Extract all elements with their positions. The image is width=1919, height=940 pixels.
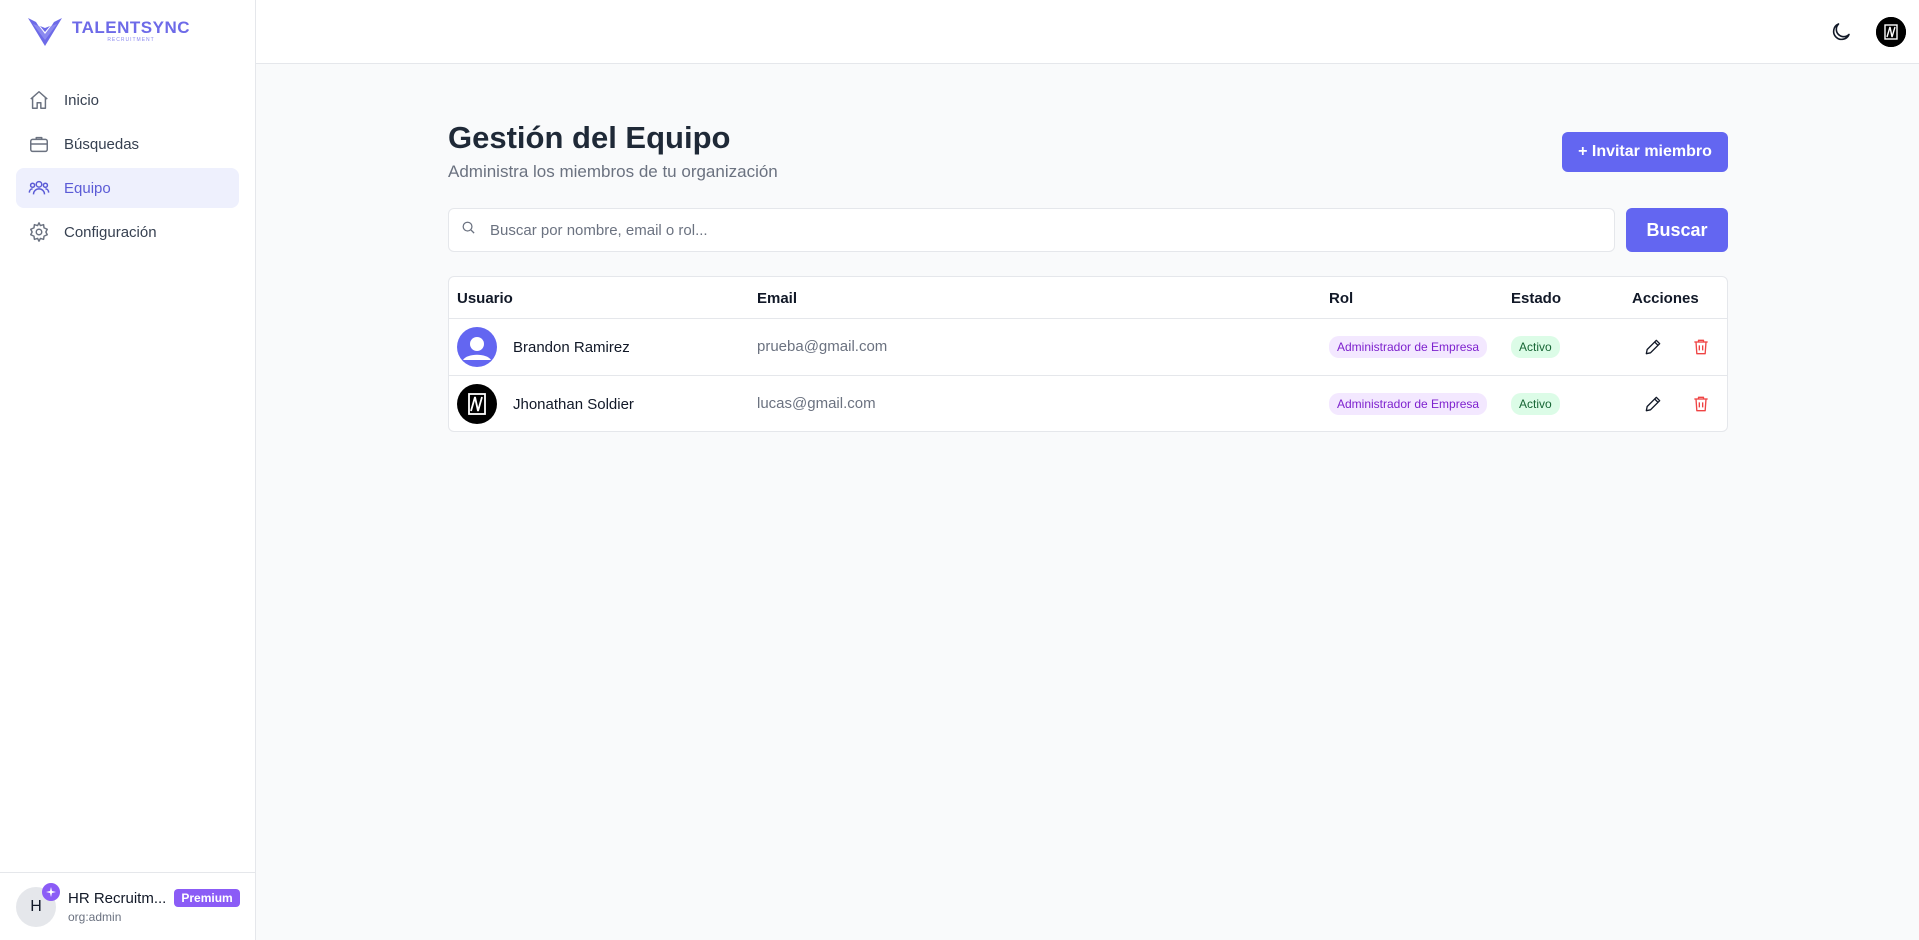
moon-icon[interactable] bbox=[1829, 20, 1853, 44]
sidebar-item-configuracion[interactable]: Configuración bbox=[16, 212, 239, 252]
status-badge: Activo bbox=[1511, 393, 1560, 415]
plan-badge: Premium bbox=[174, 889, 240, 907]
users-icon bbox=[28, 177, 50, 199]
sidebar-item-label: Inicio bbox=[64, 91, 100, 109]
sidebar-item-label: Búsquedas bbox=[64, 135, 140, 153]
page-subtitle: Administra los miembros de tu organizaci… bbox=[448, 162, 778, 181]
org-avatar: H bbox=[16, 882, 60, 927]
search-button[interactable]: Buscar bbox=[1626, 208, 1728, 252]
sparkle-icon bbox=[42, 882, 60, 901]
sidebar-item-inicio[interactable]: Inicio bbox=[16, 80, 239, 120]
search-icon bbox=[461, 220, 476, 240]
sidebar: TALENTSYNC RECRUITMENT Inicio Búsquedas … bbox=[0, 0, 256, 940]
org-name: HR Recruitm... bbox=[68, 889, 167, 907]
topbar bbox=[256, 0, 1919, 64]
home-icon bbox=[28, 89, 50, 111]
gear-icon bbox=[28, 221, 50, 243]
role-badge: Administrador de Empresa bbox=[1329, 393, 1488, 415]
sidebar-item-equipo[interactable]: Equipo bbox=[16, 168, 239, 208]
search-input[interactable] bbox=[490, 221, 1590, 239]
org-switcher[interactable]: H HR Recruitm... Premium org:admin bbox=[0, 872, 255, 940]
brand-name: TALENTSYNC bbox=[72, 17, 191, 37]
logo-wings-icon bbox=[28, 18, 62, 46]
header-role: Rol bbox=[1329, 290, 1354, 307]
trash-icon[interactable] bbox=[1691, 394, 1711, 414]
sidebar-item-label: Configuración bbox=[64, 223, 157, 241]
table-row: Brandon Ramirez prueba@gmail.com Adminis… bbox=[449, 319, 1727, 376]
org-role: org:admin bbox=[68, 910, 122, 924]
table-header: Usuario Email Rol Estado Acciones bbox=[449, 277, 1727, 319]
edit-icon[interactable] bbox=[1643, 394, 1663, 414]
table-row: Jhonathan Soldier lucas@gmail.com Admini… bbox=[449, 376, 1727, 433]
sidebar-item-busquedas[interactable]: Búsquedas bbox=[16, 124, 239, 164]
header-email: Email bbox=[757, 290, 798, 307]
user-avatar-icon[interactable] bbox=[1876, 17, 1906, 47]
edit-icon[interactable] bbox=[1643, 337, 1663, 357]
header-user: Usuario bbox=[457, 290, 513, 307]
role-badge: Administrador de Empresa bbox=[1329, 336, 1488, 358]
briefcase-icon bbox=[28, 133, 50, 155]
user-email: prueba@gmail.com bbox=[757, 338, 888, 355]
sidebar-item-label: Equipo bbox=[64, 179, 111, 197]
user-name: Brandon Ramirez bbox=[513, 338, 630, 356]
sidebar-nav: Inicio Búsquedas Equipo Configuración bbox=[16, 80, 239, 256]
search-bar bbox=[448, 208, 1615, 252]
logo[interactable]: TALENTSYNC RECRUITMENT bbox=[24, 14, 190, 48]
status-badge: Activo bbox=[1511, 336, 1560, 358]
header-status: Estado bbox=[1511, 290, 1562, 307]
page-title: Gestión del Equipo bbox=[448, 120, 731, 155]
invite-member-button[interactable]: + Invitar miembro bbox=[1562, 132, 1728, 172]
brand-tagline: RECRUITMENT bbox=[107, 36, 155, 43]
user-name: Jhonathan Soldier bbox=[513, 395, 634, 413]
custom-avatar-icon bbox=[457, 384, 497, 424]
header-actions: Acciones bbox=[1632, 290, 1699, 307]
team-table: Usuario Email Rol Estado Acciones Brando… bbox=[448, 276, 1728, 432]
user-email: lucas@gmail.com bbox=[757, 395, 876, 412]
trash-icon[interactable] bbox=[1691, 337, 1711, 357]
default-avatar-icon bbox=[457, 327, 497, 367]
